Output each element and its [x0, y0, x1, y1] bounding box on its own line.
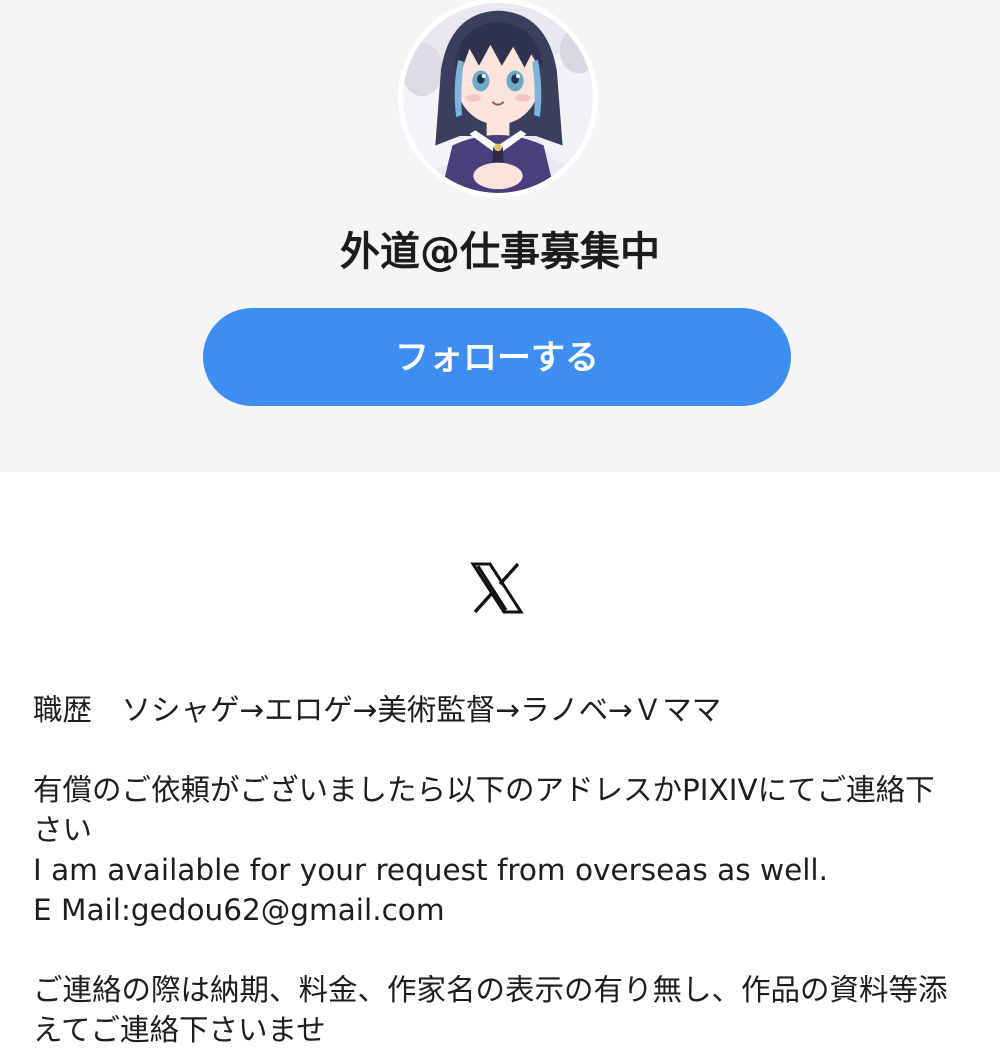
- avatar-illustration: [403, 3, 593, 193]
- x-link[interactable]: [470, 562, 524, 614]
- bio-email: E Mail:gedou62@gmail.com: [33, 893, 445, 927]
- bio-contact-note: ご連絡の際は納期、料金、作家名の表示の有り無し、作品の資料等添えてご連絡下さいま…: [33, 973, 948, 1047]
- bio-spacer: [33, 930, 963, 970]
- bio: 職歴 ソシャゲ→エロゲ→美術監督→ラノベ→Ｖママ 有償のご依頼がございましたら以…: [33, 690, 963, 1050]
- profile-header: 外道@仕事募集中 フォローする: [0, 0, 1000, 472]
- avatar[interactable]: [398, 0, 598, 198]
- follow-button[interactable]: フォローする: [203, 308, 791, 406]
- bio-request-jp: 有償のご依頼がございましたら以下のアドレスかPIXIVにてご連絡下さい: [33, 773, 935, 847]
- bio-spacer: [33, 730, 963, 770]
- bio-career: 職歴 ソシャゲ→エロゲ→美術監督→ラノベ→Ｖママ: [33, 693, 722, 727]
- display-name: 外道@仕事募集中: [340, 229, 660, 275]
- x-logo-icon: [470, 562, 524, 614]
- bio-request-en: I am available for your request from ove…: [33, 853, 828, 887]
